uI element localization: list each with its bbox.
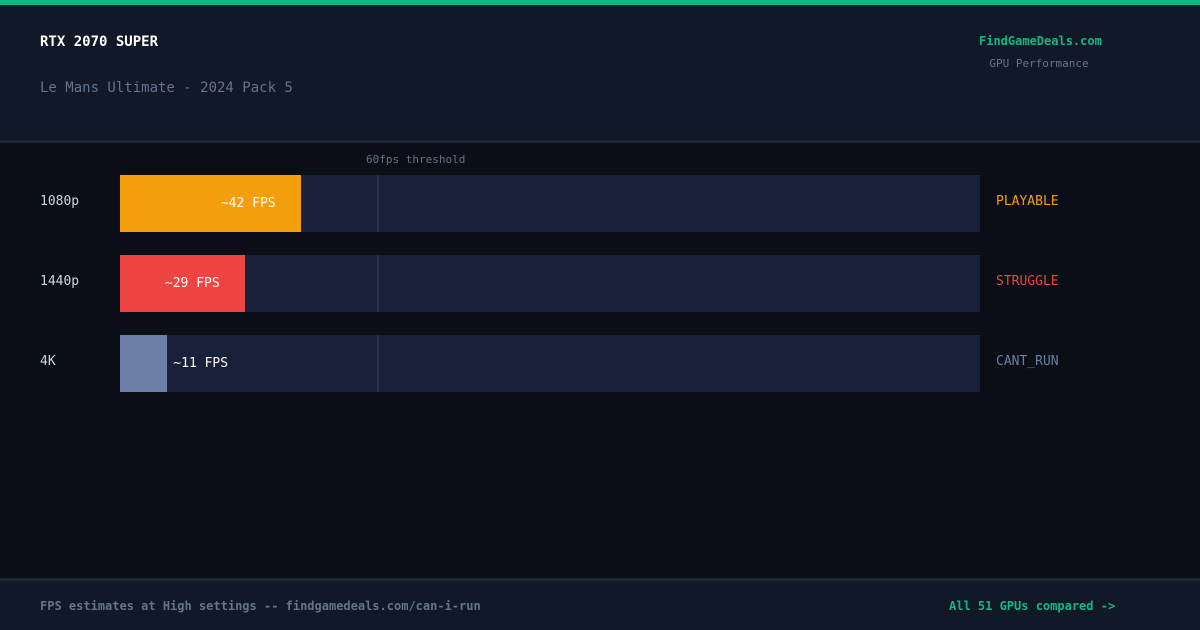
brand-subtitle: GPU Performance <box>989 57 1089 70</box>
threshold-line <box>377 175 379 232</box>
resolution-label: 1080p <box>40 194 80 209</box>
fps-value-label: ~29 FPS <box>164 276 220 291</box>
header: RTX 2070 SUPER Le Mans Ultimate - 2024 P… <box>0 5 1200 140</box>
resolution-label: 4K <box>40 354 56 369</box>
fps-bar <box>120 335 168 392</box>
resolution-label: 1440p <box>40 274 80 289</box>
all-gpus-link[interactable]: All 51 GPUs compared -> <box>949 599 1115 613</box>
game-title: Le Mans Ultimate - 2024 Pack 5 <box>40 80 293 96</box>
fps-value-label: ~42 FPS <box>220 196 276 211</box>
header-divider <box>0 140 1200 143</box>
status-label: STRUGGLE <box>996 274 1059 289</box>
status-label: PLAYABLE <box>996 194 1059 209</box>
gpu-name: RTX 2070 SUPER <box>40 34 159 50</box>
threshold-label: 60fps threshold <box>366 153 466 166</box>
threshold-line <box>377 255 379 312</box>
bar-track: ~42 FPS <box>120 175 980 232</box>
bar-track: ~11 FPS <box>120 335 980 392</box>
footer: FPS estimates at High settings -- findga… <box>0 578 1200 630</box>
footer-note: FPS estimates at High settings -- findga… <box>40 599 481 613</box>
bar-track: ~29 FPS <box>120 255 980 312</box>
threshold-line <box>377 335 379 392</box>
status-label: CANT_RUN <box>996 354 1059 369</box>
brand-link[interactable]: FindGameDeals.com <box>979 34 1102 48</box>
fps-value-label: ~11 FPS <box>173 356 229 371</box>
